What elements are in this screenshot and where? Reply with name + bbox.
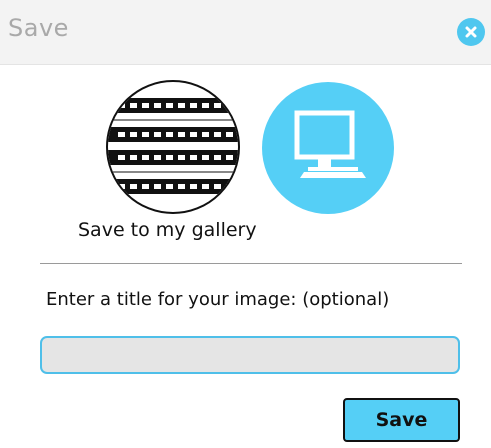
film-strip-icon — [108, 98, 238, 194]
title-prompt-label: Enter a title for your image: (optional) — [46, 289, 390, 310]
close-icon — [465, 26, 477, 38]
divider — [40, 263, 462, 264]
save-to-gallery-label: Save to my gallery — [78, 219, 257, 241]
close-button[interactable] — [457, 18, 485, 46]
save-to-computer-option[interactable] — [262, 82, 394, 214]
image-title-input[interactable] — [40, 336, 460, 374]
dialog-header: Save — [0, 0, 491, 65]
save-to-gallery-option[interactable] — [106, 80, 240, 214]
dialog-title: Save — [8, 14, 69, 42]
save-button[interactable]: Save — [343, 398, 460, 442]
computer-monitor-icon — [294, 110, 366, 178]
